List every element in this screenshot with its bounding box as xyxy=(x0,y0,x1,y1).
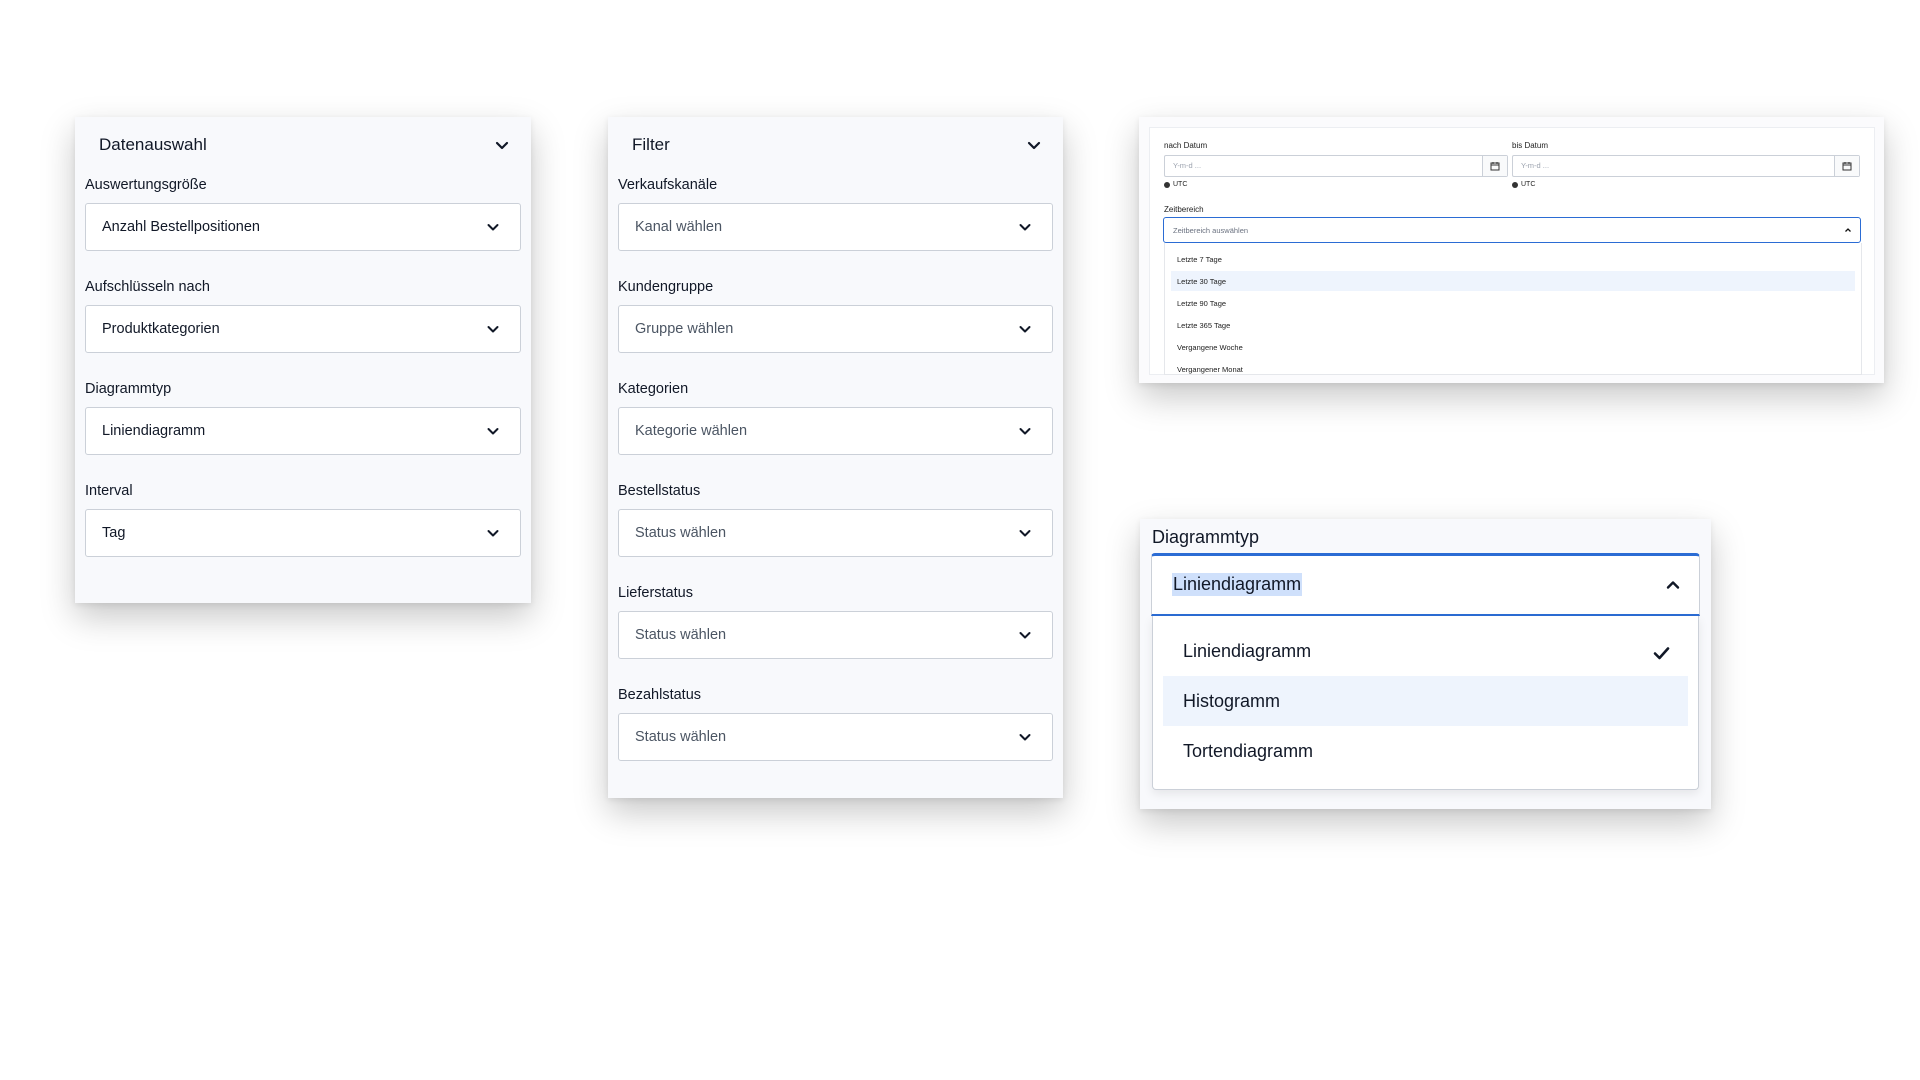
range-option-highlighted[interactable]: Letzte 30 Tage xyxy=(1171,271,1855,291)
select-placeholder: Status wählen xyxy=(635,627,727,643)
chevron-down-icon[interactable] xyxy=(1027,138,1041,152)
field-label: Interval xyxy=(85,483,133,499)
chart-type-label: Diagrammtyp xyxy=(1152,527,1260,547)
selected-value: Liniendiagramm xyxy=(1172,573,1303,596)
date-range-inner: nach Datum bis Datum Y-m-d ... Y-m-d ...… xyxy=(1149,127,1875,375)
chevron-down-icon xyxy=(486,220,500,234)
checkmark-icon xyxy=(1653,644,1670,665)
field-label: Auswertungsgröße xyxy=(85,177,207,193)
range-option-label: Letzte 7 Tage xyxy=(1177,255,1222,264)
field-label: Aufschlüsseln nach xyxy=(85,279,210,295)
select-value: Produktkategorien xyxy=(102,321,220,337)
chevron-down-icon xyxy=(1018,322,1032,336)
select-placeholder: Kanal wählen xyxy=(635,219,723,235)
range-placeholder: Zeitbereich auswählen xyxy=(1173,226,1249,235)
data-selection-title: Datenauswahl xyxy=(99,135,207,154)
delivery-status-select[interactable]: Status wählen xyxy=(618,611,1053,659)
chevron-down-icon xyxy=(1018,424,1032,438)
select-value: Tag xyxy=(102,525,126,541)
range-select[interactable]: Zeitbereich auswählen xyxy=(1163,217,1861,243)
category-select[interactable]: Kategorie wählen xyxy=(618,407,1053,455)
select-placeholder: Status wählen xyxy=(635,729,727,745)
timezone-to: UTC xyxy=(1512,181,1535,188)
field-label: Diagrammtyp xyxy=(85,381,172,397)
data-selection-header[interactable]: Datenauswahl xyxy=(75,117,531,173)
chart-type-options-list: Liniendiagramm Histogramm Tortendiagramm xyxy=(1152,616,1699,790)
range-option[interactable]: Letzte 365 Tage xyxy=(1165,315,1861,335)
option-label: Liniendiagramm xyxy=(1183,640,1312,661)
range-option[interactable]: Vergangener Monat xyxy=(1165,359,1861,374)
select-value: Liniendiagramm xyxy=(102,423,206,439)
range-option-label: Letzte 30 Tage xyxy=(1177,277,1227,286)
from-date-placeholder: Y-m-d ... xyxy=(1173,161,1202,170)
range-option[interactable]: Letzte 90 Tage xyxy=(1165,293,1861,313)
select-placeholder: Status wählen xyxy=(635,525,727,541)
timezone-to-label: UTC xyxy=(1521,181,1536,188)
field-label: Kategorien xyxy=(618,381,689,397)
chart-type-select-open[interactable]: Liniendiagramm xyxy=(1151,553,1700,616)
customer-group-select[interactable]: Gruppe wählen xyxy=(618,305,1053,353)
chart-type-option-hovered[interactable]: Histogramm xyxy=(1163,676,1688,726)
payment-status-select[interactable]: Status wählen xyxy=(618,713,1053,761)
chevron-down-icon xyxy=(1018,628,1032,642)
to-date-input[interactable]: Y-m-d ... xyxy=(1512,155,1860,177)
chevron-down-icon xyxy=(486,424,500,438)
select-placeholder: Gruppe wählen xyxy=(635,321,734,337)
range-option[interactable]: Letzte 7 Tage xyxy=(1165,249,1861,269)
chevron-down-icon[interactable] xyxy=(495,138,509,152)
chevron-up-icon[interactable] xyxy=(1665,578,1681,597)
to-date-placeholder: Y-m-d ... xyxy=(1521,161,1550,170)
chart-type-option[interactable]: Liniendiagramm xyxy=(1153,626,1698,676)
range-option-label: Letzte 365 Tage xyxy=(1177,321,1231,330)
option-label: Histogramm xyxy=(1183,690,1281,711)
date-range-panel: nach Datum bis Datum Y-m-d ... Y-m-d ...… xyxy=(1139,117,1884,383)
chart-type-select[interactable]: Liniendiagramm xyxy=(85,407,521,455)
timezone-from: UTC xyxy=(1164,181,1187,188)
field-label: Bestellstatus xyxy=(618,483,701,499)
chevron-down-icon xyxy=(486,322,500,336)
data-selection-panel: Datenauswahl Auswertungsgröße Anzahl Bes… xyxy=(75,117,531,603)
chevron-down-icon xyxy=(1018,730,1032,744)
from-date-label: nach Datum xyxy=(1164,141,1208,150)
chevron-up-icon xyxy=(1844,226,1852,236)
calendar-icon[interactable] xyxy=(1482,156,1507,176)
chevron-down-icon xyxy=(1018,526,1032,540)
option-label: Tortendiagramm xyxy=(1183,740,1314,761)
from-date-input[interactable]: Y-m-d ... xyxy=(1164,155,1508,177)
field-label: Bezahlstatus xyxy=(618,687,702,703)
range-option-label: Vergangener Monat xyxy=(1177,365,1243,374)
to-date-label: bis Datum xyxy=(1512,141,1549,150)
calendar-icon[interactable] xyxy=(1834,156,1859,176)
range-label: Zeitbereich xyxy=(1164,205,1204,214)
field-label: Kundengruppe xyxy=(618,279,714,295)
filter-header[interactable]: Filter xyxy=(608,117,1063,173)
chevron-down-icon xyxy=(486,526,500,540)
select-value: Anzahl Bestellpositionen xyxy=(102,219,260,235)
timezone-from-label: UTC xyxy=(1173,181,1188,188)
range-option[interactable]: Vergangene Woche xyxy=(1165,337,1861,357)
chart-type-option[interactable]: Tortendiagramm xyxy=(1153,726,1698,776)
range-option-label: Vergangene Woche xyxy=(1177,343,1243,352)
chart-type-dropdown-panel: Diagrammtyp Liniendiagramm Liniendiagram… xyxy=(1140,519,1711,809)
range-options-list: Letzte 7 Tage Letzte 30 Tage Letzte 90 T… xyxy=(1164,243,1862,375)
field-label: Lieferstatus xyxy=(618,585,693,601)
filter-panel: Filter Verkaufskanäle Kanal wählen Kunde… xyxy=(608,117,1063,798)
interval-select[interactable]: Tag xyxy=(85,509,521,557)
field-label: Verkaufskanäle xyxy=(618,177,718,193)
order-status-select[interactable]: Status wählen xyxy=(618,509,1053,557)
info-dot-icon xyxy=(1512,181,1518,188)
range-option-label: Letzte 90 Tage xyxy=(1177,299,1227,308)
info-dot-icon xyxy=(1164,181,1170,188)
breakdown-select[interactable]: Produktkategorien xyxy=(85,305,521,353)
filter-title: Filter xyxy=(632,135,670,154)
sales-channel-select[interactable]: Kanal wählen xyxy=(618,203,1053,251)
select-placeholder: Kategorie wählen xyxy=(635,423,748,439)
chevron-down-icon xyxy=(1018,220,1032,234)
evaluation-metric-select[interactable]: Anzahl Bestellpositionen xyxy=(85,203,521,251)
